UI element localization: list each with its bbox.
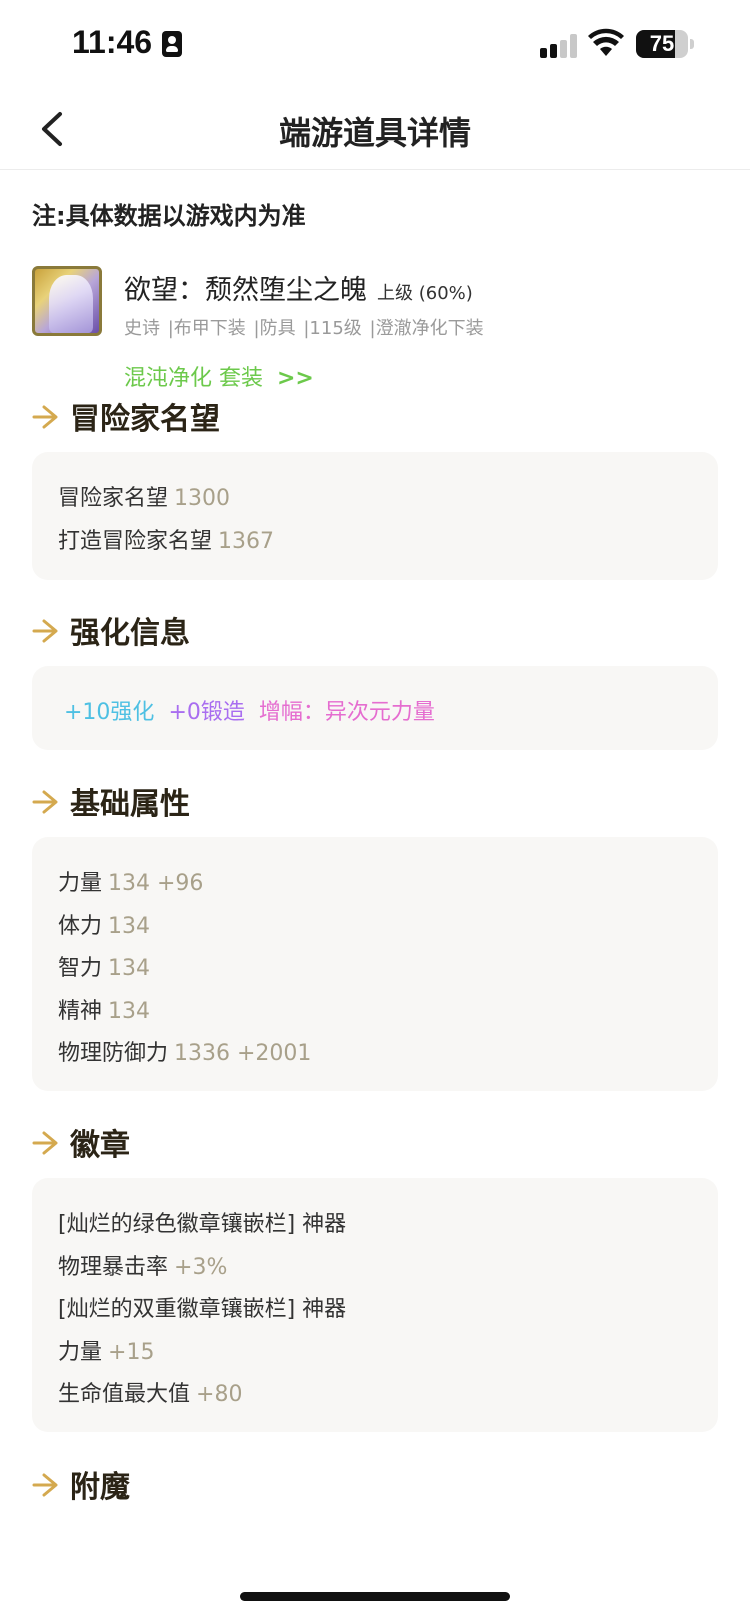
item-grade: 上级 (60%) [377,283,473,304]
stat-label: 生命值最大值 [58,1382,191,1407]
arrow-right-icon [32,790,58,814]
stat-row: 生命值最大值 +80 [58,1376,242,1408]
battery-icon: 75 [636,30,688,58]
double-chevron-right-icon: >> [277,366,314,391]
stat-label: 智力 [58,956,103,981]
enhance-info: +10强化 +0锻造 增幅：异次元力量 [64,694,435,726]
arrow-right-icon [32,1473,58,1497]
cellular-signal-icon [540,34,580,58]
stat-value: 1367 [218,529,275,554]
item-name-row: 欲望：颓然堕尘之魄 上级 (60%) [124,268,473,307]
disclaimer-note: 注:具体数据以游戏内为准 [32,202,306,230]
arrow-right-icon [32,405,58,429]
stat-row: 智力 134 [58,950,150,982]
item-tag: 史诗 [124,318,160,339]
stat-label: 物理暴击率 [58,1255,169,1280]
enhance-card: +10强化 +0锻造 增幅：异次元力量 [32,666,718,750]
stat-row: 力量 +15 [58,1334,154,1366]
stat-row: [灿烂的绿色徽章镶嵌栏] 神器 [58,1206,352,1238]
item-tags: 史诗 |布甲下装 |防具 |115级 |澄澈净化下装 [124,314,486,340]
stat-label: 力量 [58,1340,103,1365]
item-tag: |115级 [303,318,362,339]
stat-row: 物理暴击率 +3% [58,1249,227,1281]
item-image [32,266,102,336]
stat-value: 134 [108,999,151,1024]
stat-label: [灿烂的双重徽章镶嵌栏] 神器 [58,1297,347,1322]
section-title: 徽章 [70,1128,130,1163]
stat-value: 1300 [174,486,231,511]
emblem-card: [灿烂的绿色徽章镶嵌栏] 神器 物理暴击率 +3% [灿烂的双重徽章镶嵌栏] 神器… [32,1178,718,1432]
stat-row: 体力 134 [58,908,150,940]
section-title: 附魔 [70,1470,130,1505]
stat-label: 力量 [58,871,103,896]
stat-row: 物理防御力 1336 +2001 [58,1035,311,1067]
stat-label: 物理防御力 [58,1041,169,1066]
person-icon [162,31,182,57]
item-tag: |澄澈净化下装 [369,318,484,339]
status-bar: 11:46 75 [0,0,750,90]
stat-value: 1336 +2001 [174,1041,312,1066]
section-title: 强化信息 [70,616,190,651]
arrow-right-icon [32,619,58,643]
reinforce-level: +10强化 [64,700,155,725]
stat-value: +3% [174,1255,228,1280]
stat-label: [灿烂的绿色徽章镶嵌栏] 神器 [58,1212,347,1237]
stat-row: 精神 134 [58,993,150,1025]
forge-level: +0锻造 [168,700,245,725]
item-name: 欲望：颓然堕尘之魄 [124,275,367,306]
stat-row: 冒险家名望 1300 [58,480,230,512]
basic-attributes-card: 力量 134 +96 体力 134 智力 134 精神 134 物理防御力 1336 +2… [32,837,718,1091]
stat-label: 打造冒险家名望 [58,529,213,554]
set-link[interactable]: 混沌净化 套装 >> [124,360,314,392]
stat-value: +15 [108,1340,155,1365]
arrow-right-icon [32,1131,58,1155]
stat-value: 134 +96 [108,871,204,896]
stat-label: 精神 [58,999,103,1024]
stat-row: [灿烂的双重徽章镶嵌栏] 神器 [58,1291,352,1323]
stat-row: 力量 134 +96 [58,865,203,897]
battery-cap [690,39,694,49]
stat-row: 打造冒险家名望 1367 [58,523,274,555]
section-title: 基础属性 [70,787,190,822]
stat-value: 134 [108,914,151,939]
section-title: 冒险家名望 [70,402,220,437]
battery-percent: 75 [649,31,675,56]
home-indicator[interactable] [240,1592,510,1601]
stat-value: 134 [108,956,151,981]
amplify-info: 增幅：异次元力量 [258,700,435,725]
status-time: 11:46 [72,24,153,60]
stat-label: 体力 [58,914,103,939]
page-title: 端游道具详情 [278,114,471,152]
item-tag: |布甲下装 [167,318,246,339]
set-label: 混沌净化 套装 [124,366,263,391]
wifi-icon [588,28,624,56]
renown-card: 冒险家名望 1300 打造冒险家名望 1367 [32,452,718,580]
stat-value: +80 [196,1382,243,1407]
item-tag: |防具 [253,318,296,339]
stat-label: 冒险家名望 [58,486,169,511]
nav-bar: 端游道具详情 [0,90,750,170]
